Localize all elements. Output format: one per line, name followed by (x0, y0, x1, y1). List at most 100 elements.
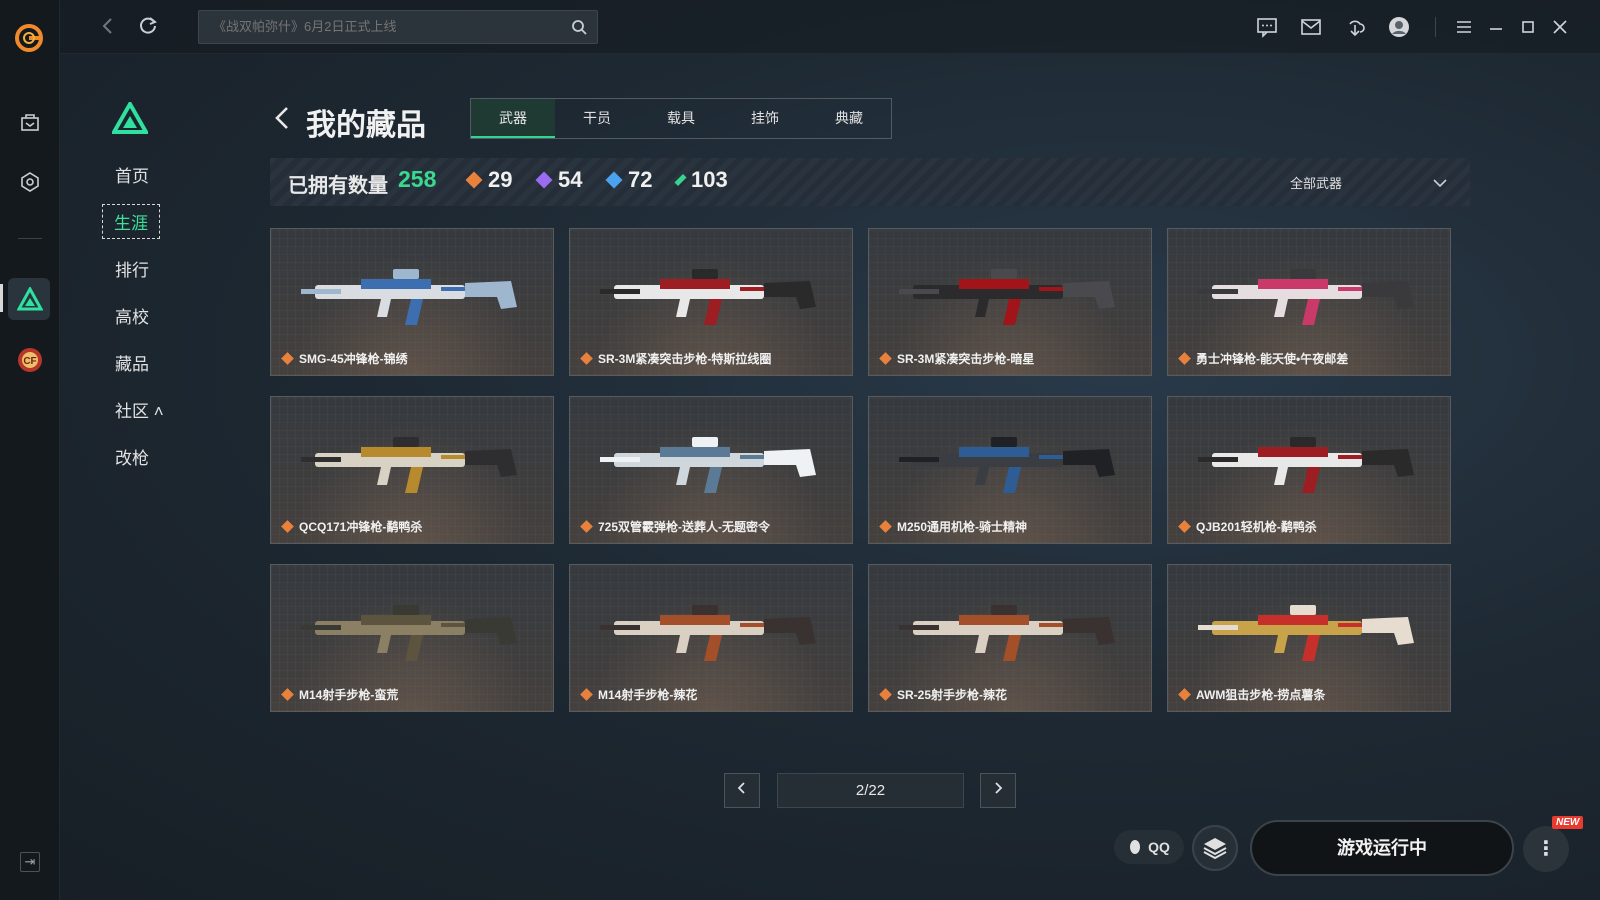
cf-game-icon[interactable]: CF (16, 346, 44, 374)
refresh-icon[interactable] (136, 14, 160, 38)
nav-item-career[interactable]: 生涯 (102, 204, 160, 239)
collection-card[interactable]: M14射手步枪-辣花 (569, 564, 853, 712)
minimize-icon[interactable] (1484, 15, 1508, 39)
tab-vehicles[interactable]: 载具 (639, 99, 723, 138)
filter-label: 全部武器 (1289, 176, 1342, 191)
rarity-gem-icon (580, 688, 593, 701)
weapon-image-icon (899, 269, 1115, 325)
stat-green-value: 103 (691, 167, 728, 192)
back-icon[interactable] (96, 14, 120, 38)
weapon-image-icon (301, 269, 517, 325)
collection-card[interactable]: 勇士冲锋枪-能天使•午夜邮差 (1167, 228, 1451, 376)
menu-icon[interactable] (1452, 15, 1476, 39)
weapon-image-icon (600, 605, 816, 661)
collection-card[interactable]: SR-3M紧凑突击步枪-特斯拉线圈 (569, 228, 853, 376)
owned-label: 已拥有数量 (288, 175, 388, 197)
bag-icon[interactable] (16, 108, 44, 136)
stat-blue-value: 72 (628, 167, 653, 192)
search-icon[interactable] (571, 19, 587, 35)
chevron-right-icon (995, 782, 1003, 794)
mail-icon[interactable] (1299, 15, 1323, 39)
orange-gem-icon (465, 171, 483, 189)
close-icon[interactable] (1548, 15, 1572, 39)
maximize-icon[interactable] (1516, 15, 1540, 39)
chevron-down-icon (1433, 178, 1447, 187)
nav-item-college[interactable]: 高校 (115, 303, 149, 328)
collection-card[interactable]: M250通用机枪-骑士精神 (868, 396, 1152, 544)
weapon-name: 勇士冲锋枪-能天使•午夜邮差 (1196, 352, 1349, 366)
stat-orange-value: 29 (488, 167, 513, 192)
rarity-gem-icon (580, 352, 593, 365)
weapon-name: 725双管霰弹枪-送葬人-无题密令 (598, 520, 771, 534)
collection-card[interactable]: M14射手步枪-蛮荒 (270, 564, 554, 712)
nav-item-community[interactable]: 社区 ˄ (115, 397, 164, 422)
weapon-image-icon (1198, 437, 1414, 493)
weapon-image-icon (301, 605, 517, 661)
weapon-name: SR-3M紧凑突击步枪-特斯拉线圈 (598, 352, 772, 366)
layers-button[interactable] (1192, 825, 1238, 871)
qq-penguin-icon (1130, 840, 1141, 854)
weapon-image-icon (600, 269, 816, 325)
game-brand-icon (112, 102, 148, 134)
stat-purple-value: 54 (558, 167, 583, 192)
qq-button[interactable]: QQ (1114, 830, 1184, 864)
rarity-gem-icon (879, 352, 892, 365)
nav-item-collection[interactable]: 藏品 (115, 350, 149, 375)
category-tabs: 武器 干员 载具 挂饰 典藏 (470, 98, 892, 139)
collection-card[interactable]: SR-3M紧凑突击步枪-暗星 (868, 228, 1152, 376)
game-running-button[interactable]: 游戏运行中 (1250, 820, 1514, 876)
top-bar (60, 0, 1600, 54)
rarity-gem-icon (281, 688, 294, 701)
stat-orange: 29 (465, 167, 513, 193)
weapon-name: M250通用机枪-骑士精神 (897, 520, 1028, 534)
stat-blue: 72 (605, 167, 653, 193)
weapon-image-icon (301, 437, 517, 493)
active-indicator (0, 284, 3, 312)
collection-card[interactable]: SR-25射手步枪-辣花 (868, 564, 1152, 712)
owned-total: 258 (398, 166, 437, 192)
next-page-button[interactable] (980, 773, 1016, 808)
prev-page-button[interactable] (724, 773, 760, 808)
weapon-name: SR-3M紧凑突击步枪-暗星 (897, 352, 1035, 366)
weapon-name: SR-25射手步枪-辣花 (897, 688, 1008, 702)
collection-card[interactable]: QJB201轻机枪-鹬鸭杀 (1167, 396, 1451, 544)
tab-charms[interactable]: 挂饰 (723, 99, 807, 138)
weapon-image-icon (600, 437, 816, 493)
search-input[interactable] (213, 19, 553, 34)
weapon-name: AWM狙击步枪-捞点薯条 (1196, 688, 1326, 702)
collection-card[interactable]: AWM狙击步枪-捞点薯条 (1167, 564, 1451, 712)
secondary-nav: 首页 生涯 排行 高校 藏品 社区 ˄ 改枪 (60, 54, 210, 900)
weapon-filter-dropdown[interactable]: 全部武器 (1290, 173, 1448, 192)
new-badge: NEW (1552, 816, 1584, 829)
svg-text:CF: CF (23, 356, 36, 367)
topbar-separator (1435, 17, 1436, 37)
collection-card[interactable]: QCQ171冲锋枪-鹬鸭杀 (270, 396, 554, 544)
chat-icon[interactable] (1255, 15, 1279, 39)
more-options-button[interactable]: ⋮ (1523, 826, 1569, 872)
weapon-name: QJB201轻机枪-鹬鸭杀 (1196, 520, 1317, 534)
green-gem-icon (674, 173, 687, 187)
rarity-gem-icon (1178, 688, 1191, 701)
qq-label: QQ (1148, 839, 1170, 855)
collection-card[interactable]: 725双管霰弹枪-送葬人-无题密令 (569, 396, 853, 544)
rarity-gem-icon (879, 688, 892, 701)
app-logo-icon[interactable] (13, 22, 45, 54)
nav-item-ranking[interactable]: 排行 (115, 256, 149, 281)
chevron-left-icon (737, 782, 745, 794)
weapon-name: QCQ171冲锋枪-鹬鸭杀 (299, 520, 423, 534)
tag-icon[interactable] (16, 168, 44, 196)
nav-item-home[interactable]: 首页 (115, 162, 149, 187)
tab-operators[interactable]: 干员 (555, 99, 639, 138)
user-avatar-icon[interactable] (1387, 15, 1411, 39)
game-triangle-icon[interactable] (16, 285, 44, 313)
collapse-icon[interactable]: ⇥ (20, 852, 40, 872)
tab-collectibles[interactable]: 典藏 (807, 99, 891, 138)
page-back-button[interactable] (270, 104, 296, 132)
nav-item-gunsmith[interactable]: 改枪 (115, 444, 149, 469)
rarity-gem-icon (1178, 520, 1191, 533)
download-icon[interactable] (1343, 15, 1367, 39)
collection-card[interactable]: SMG-45冲锋枪-锦绣 (270, 228, 554, 376)
tab-weapons[interactable]: 武器 (471, 99, 555, 138)
stats-bar: 已拥有数量 258 29 54 72 103 全部武器 (270, 158, 1470, 206)
rail-divider (18, 238, 42, 239)
